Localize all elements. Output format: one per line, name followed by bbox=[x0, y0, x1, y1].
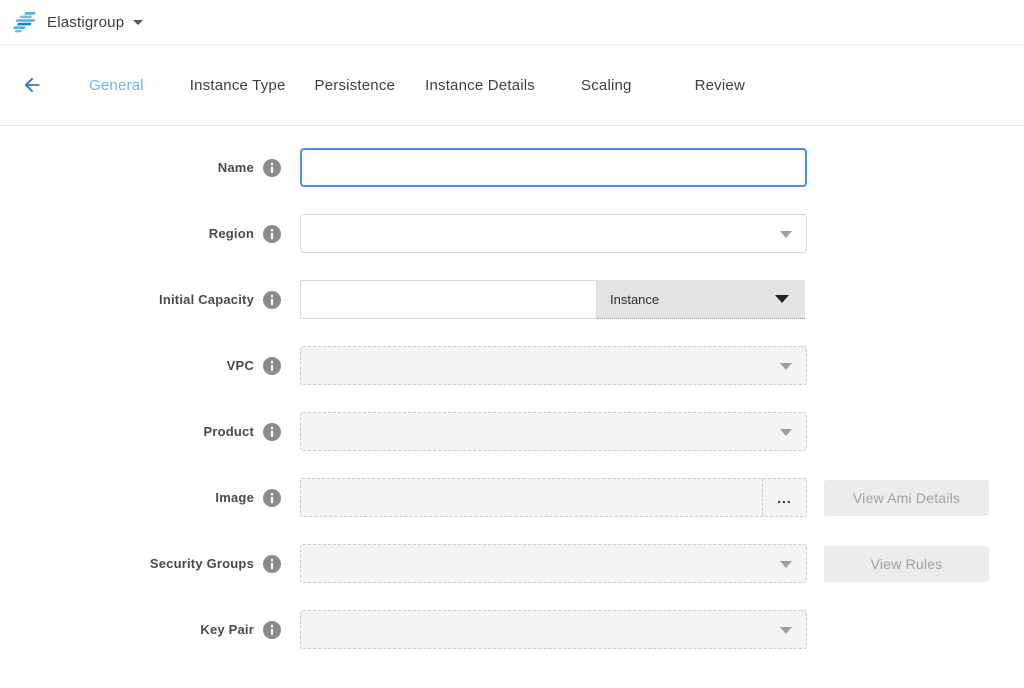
initial-capacity-label: Initial Capacity bbox=[159, 292, 254, 307]
top-bar: Elastigroup bbox=[0, 0, 1024, 45]
region-label: Region bbox=[209, 226, 254, 241]
key-pair-row: Key Pair bbox=[0, 610, 1024, 649]
tab-instance-type[interactable]: Instance Type bbox=[190, 77, 286, 94]
initial-capacity-input[interactable] bbox=[300, 280, 597, 319]
wizard-tabs: General Instance Type Persistence Instan… bbox=[89, 77, 745, 94]
arrow-left-icon bbox=[21, 74, 43, 96]
region-row: Region bbox=[0, 214, 1024, 253]
app-switcher-dropdown[interactable]: Elastigroup bbox=[13, 11, 143, 33]
back-button[interactable] bbox=[21, 74, 43, 96]
chevron-down-icon bbox=[133, 20, 143, 25]
initial-capacity-label-group: Initial Capacity bbox=[0, 291, 281, 309]
chevron-down-icon bbox=[775, 295, 789, 303]
security-groups-select bbox=[300, 544, 807, 583]
wizard-tab-bar: General Instance Type Persistence Instan… bbox=[0, 45, 1024, 126]
view-ami-details-button: View Ami Details bbox=[824, 480, 989, 516]
general-settings-form: Name Region Initial Capacity bbox=[0, 126, 1024, 649]
product-row: Product bbox=[0, 412, 1024, 451]
tab-scaling[interactable]: Scaling bbox=[581, 77, 632, 94]
chevron-down-icon bbox=[780, 231, 792, 238]
product-select bbox=[300, 412, 807, 451]
key-pair-label-group: Key Pair bbox=[0, 621, 281, 639]
image-label-group: Image bbox=[0, 489, 281, 507]
name-row: Name bbox=[0, 148, 1024, 187]
vpc-label: VPC bbox=[227, 358, 254, 373]
tab-review[interactable]: Review bbox=[695, 77, 745, 94]
key-pair-label: Key Pair bbox=[200, 622, 254, 637]
chevron-down-icon bbox=[780, 363, 792, 370]
chevron-down-icon bbox=[780, 627, 792, 634]
info-icon[interactable] bbox=[263, 555, 281, 573]
security-groups-label: Security Groups bbox=[150, 556, 254, 571]
info-icon[interactable] bbox=[263, 159, 281, 177]
image-input: ... bbox=[300, 478, 807, 517]
info-icon[interactable] bbox=[263, 225, 281, 243]
initial-capacity-row: Initial Capacity Instance bbox=[0, 280, 1024, 319]
vpc-label-group: VPC bbox=[0, 357, 281, 375]
key-pair-select bbox=[300, 610, 807, 649]
info-icon[interactable] bbox=[263, 291, 281, 309]
capacity-unit-value: Instance bbox=[610, 292, 659, 307]
name-label-group: Name bbox=[0, 159, 281, 177]
chevron-down-icon bbox=[780, 561, 792, 568]
image-label: Image bbox=[215, 490, 254, 505]
tab-general[interactable]: General bbox=[89, 77, 144, 94]
name-input[interactable] bbox=[300, 148, 807, 187]
info-icon[interactable] bbox=[263, 621, 281, 639]
product-label-group: Product bbox=[0, 423, 281, 441]
info-icon[interactable] bbox=[263, 423, 281, 441]
info-icon[interactable] bbox=[263, 357, 281, 375]
region-label-group: Region bbox=[0, 225, 281, 243]
image-browse-button: ... bbox=[762, 479, 806, 516]
chevron-down-icon bbox=[780, 429, 792, 436]
capacity-unit-select[interactable]: Instance bbox=[597, 280, 805, 319]
vpc-row: VPC bbox=[0, 346, 1024, 385]
region-select[interactable] bbox=[300, 214, 807, 253]
view-rules-button: View Rules bbox=[824, 546, 989, 582]
security-groups-row: Security Groups View Rules bbox=[0, 544, 1024, 583]
vpc-select bbox=[300, 346, 807, 385]
image-value-area bbox=[301, 479, 762, 516]
name-label: Name bbox=[218, 160, 254, 175]
tab-persistence[interactable]: Persistence bbox=[315, 77, 396, 94]
app-title: Elastigroup bbox=[47, 14, 124, 31]
image-row: Image ... View Ami Details bbox=[0, 478, 1024, 517]
info-icon[interactable] bbox=[263, 489, 281, 507]
security-groups-label-group: Security Groups bbox=[0, 555, 281, 573]
elastigroup-logo-icon bbox=[13, 11, 37, 33]
tab-instance-details[interactable]: Instance Details bbox=[425, 77, 535, 94]
product-label: Product bbox=[203, 424, 254, 439]
